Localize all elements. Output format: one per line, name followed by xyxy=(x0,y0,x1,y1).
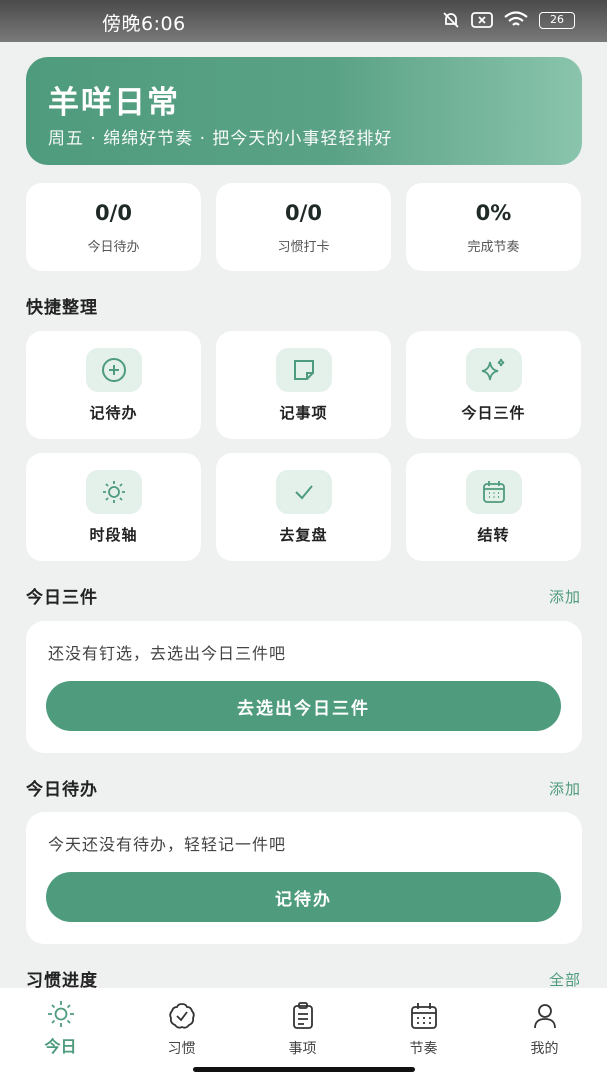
status-bar: 傍晚6:06 26 xyxy=(0,0,607,42)
quick-label: 记待办 xyxy=(89,404,138,422)
tab-habits[interactable]: 习惯 xyxy=(121,988,242,1058)
habits-all-link[interactable]: 全部 xyxy=(549,969,581,990)
quick-section-title: 快捷整理 xyxy=(26,298,98,318)
quick-add-note-button[interactable]: 记事项 xyxy=(216,331,391,439)
status-time: 傍晚6:06 xyxy=(102,13,186,35)
quick-timeline-button[interactable]: 时段轴 xyxy=(26,453,201,561)
stat-today-todo[interactable]: 0/0 今日待办 xyxy=(26,183,201,271)
check-icon xyxy=(276,470,332,514)
quick-label: 去复盘 xyxy=(279,526,328,544)
sim-x-icon xyxy=(471,12,493,28)
calendar-icon xyxy=(411,1003,437,1029)
three-things-title: 今日三件 xyxy=(26,588,98,608)
stat-completion[interactable]: 0% 完成节奏 xyxy=(406,183,581,271)
quick-review-button[interactable]: 去复盘 xyxy=(216,453,391,561)
header-banner: 羊咩日常 周五 · 绵绵好节奏 · 把今天的小事轻轻排好 xyxy=(26,57,582,165)
tab-label: 事项 xyxy=(288,1041,317,1057)
tab-label: 我的 xyxy=(530,1041,559,1057)
wifi-icon xyxy=(504,11,528,26)
tab-mine[interactable]: 我的 xyxy=(484,988,605,1058)
tab-rhythm[interactable]: 节奏 xyxy=(363,988,484,1058)
user-icon xyxy=(534,1004,556,1029)
quick-label: 记事项 xyxy=(279,404,328,422)
status-icons: 26 xyxy=(441,10,575,30)
badge-check-icon xyxy=(169,1003,195,1029)
todos-panel: 今天还没有待办，轻轻记一件吧 记待办 xyxy=(26,812,582,944)
todos-title: 今日待办 xyxy=(26,780,98,800)
pick-three-things-button[interactable]: 去选出今日三件 xyxy=(46,681,561,731)
stat-label: 完成节奏 xyxy=(467,240,520,255)
clipboard-icon xyxy=(293,1002,313,1029)
stat-value: 0/0 xyxy=(95,201,132,225)
add-todo-button[interactable]: 记待办 xyxy=(46,872,561,922)
three-things-panel: 还没有钉选，去选出今日三件吧 去选出今日三件 xyxy=(26,621,582,753)
quick-label: 今日三件 xyxy=(461,404,526,422)
three-things-empty-text: 还没有钉选，去选出今日三件吧 xyxy=(48,644,287,663)
plus-circle-icon xyxy=(86,348,142,392)
three-things-add-link[interactable]: 添加 xyxy=(549,586,581,607)
sun-icon xyxy=(86,470,142,514)
quick-carryover-button[interactable]: 结转 xyxy=(406,453,581,561)
tab-label: 今日 xyxy=(44,1037,77,1056)
tab-items[interactable]: 事项 xyxy=(242,988,363,1058)
quick-label: 结转 xyxy=(477,526,510,544)
sparkle-icon xyxy=(466,348,522,392)
stat-value: 0% xyxy=(475,201,512,225)
note-icon xyxy=(276,348,332,392)
stat-label: 今日待办 xyxy=(87,240,140,255)
sun-icon xyxy=(48,1001,74,1027)
quick-three-things-button[interactable]: 今日三件 xyxy=(406,331,581,439)
tab-label: 习惯 xyxy=(167,1041,196,1057)
quick-add-todo-button[interactable]: 记待办 xyxy=(26,331,201,439)
stat-value: 0/0 xyxy=(285,201,322,225)
stat-label: 习惯打卡 xyxy=(277,240,330,255)
calendar-icon xyxy=(466,470,522,514)
app-title: 羊咩日常 xyxy=(48,85,180,121)
header-subtitle: 周五 · 绵绵好节奏 · 把今天的小事轻轻排好 xyxy=(48,129,393,149)
battery-icon: 26 xyxy=(539,11,575,29)
tab-today[interactable]: 今日 xyxy=(0,988,121,1058)
home-indicator[interactable] xyxy=(193,1067,415,1072)
tab-label: 节奏 xyxy=(409,1041,438,1057)
stat-habit-checkin[interactable]: 0/0 习惯打卡 xyxy=(216,183,391,271)
bell-muted-icon xyxy=(443,12,459,28)
todos-empty-text: 今天还没有待办，轻轻记一件吧 xyxy=(48,835,287,854)
quick-label: 时段轴 xyxy=(89,526,138,544)
todos-add-link[interactable]: 添加 xyxy=(549,778,581,799)
